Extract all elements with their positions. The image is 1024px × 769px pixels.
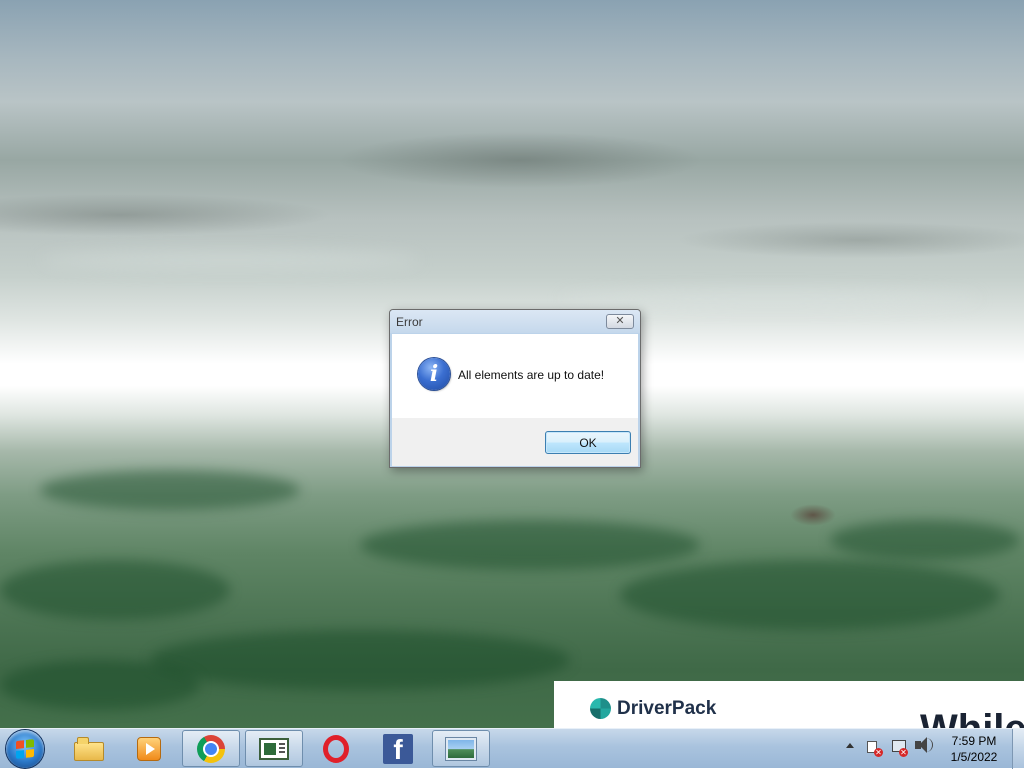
clock-time[interactable]: 7:59 PM bbox=[950, 734, 998, 748]
taskbar-chrome-button[interactable] bbox=[182, 730, 240, 767]
dialog-title: Error bbox=[396, 315, 423, 329]
close-icon: ✕ bbox=[615, 315, 625, 327]
banner-headline: While bbox=[920, 707, 1024, 728]
wave-shape bbox=[360, 520, 700, 570]
wave-shape bbox=[150, 630, 570, 690]
cloud-shape bbox=[40, 250, 420, 270]
taskbar-facebook-button[interactable]: f bbox=[369, 730, 427, 767]
taskbar-app-window-button[interactable] bbox=[245, 730, 303, 767]
windows-start-icon bbox=[16, 739, 34, 759]
close-button[interactable]: ✕ bbox=[606, 314, 634, 329]
error-dialog: Error ✕ i All elements are up to date! O… bbox=[389, 309, 641, 468]
ok-button[interactable]: OK bbox=[545, 431, 631, 454]
dialog-titlebar[interactable]: Error ✕ bbox=[390, 310, 640, 333]
driverpack-logo-icon bbox=[590, 698, 611, 719]
wave-shape bbox=[40, 470, 300, 510]
volume-icon[interactable] bbox=[915, 737, 927, 753]
dialog-footer: OK bbox=[392, 418, 638, 466]
facebook-icon: f bbox=[383, 733, 413, 764]
app-window-icon bbox=[259, 737, 289, 760]
taskbar-explorer-button[interactable] bbox=[60, 730, 118, 767]
clock-date[interactable]: 1/5/2022 bbox=[946, 750, 1002, 764]
wave-shape bbox=[830, 520, 1020, 560]
wave-shape bbox=[0, 660, 200, 710]
taskbar-opera-button[interactable] bbox=[307, 730, 365, 767]
wave-shape bbox=[620, 560, 1000, 630]
dialog-body: i All elements are up to date! bbox=[392, 334, 638, 418]
info-icon: i bbox=[418, 358, 450, 390]
show-desktop-button[interactable] bbox=[1012, 729, 1024, 769]
explorer-icon bbox=[74, 736, 104, 761]
taskbar-media-player-button[interactable] bbox=[120, 730, 178, 767]
cloud-shape bbox=[560, 290, 980, 308]
action-center-error-icon: ✕ bbox=[874, 748, 883, 757]
photo-viewer-icon bbox=[446, 737, 476, 760]
wave-shape bbox=[0, 560, 230, 620]
show-hidden-icons-arrow-icon[interactable] bbox=[846, 743, 854, 748]
driverpack-brand: DriverPack bbox=[617, 698, 717, 719]
taskbar-photo-viewer-button[interactable] bbox=[432, 730, 490, 767]
driverpack-banner[interactable]: DriverPack While bbox=[554, 681, 1024, 728]
start-button[interactable] bbox=[6, 730, 44, 768]
media-player-icon bbox=[137, 736, 161, 761]
opera-icon bbox=[323, 734, 349, 763]
volume-wave-icon bbox=[926, 738, 933, 752]
chrome-icon bbox=[197, 734, 225, 763]
taskbar: f ✕ ✕ 7:59 PM 1/5/2022 bbox=[0, 728, 1024, 769]
network-error-icon: ✕ bbox=[899, 748, 908, 757]
dialog-message: All elements are up to date! bbox=[458, 368, 605, 382]
boat-shape bbox=[790, 504, 836, 526]
